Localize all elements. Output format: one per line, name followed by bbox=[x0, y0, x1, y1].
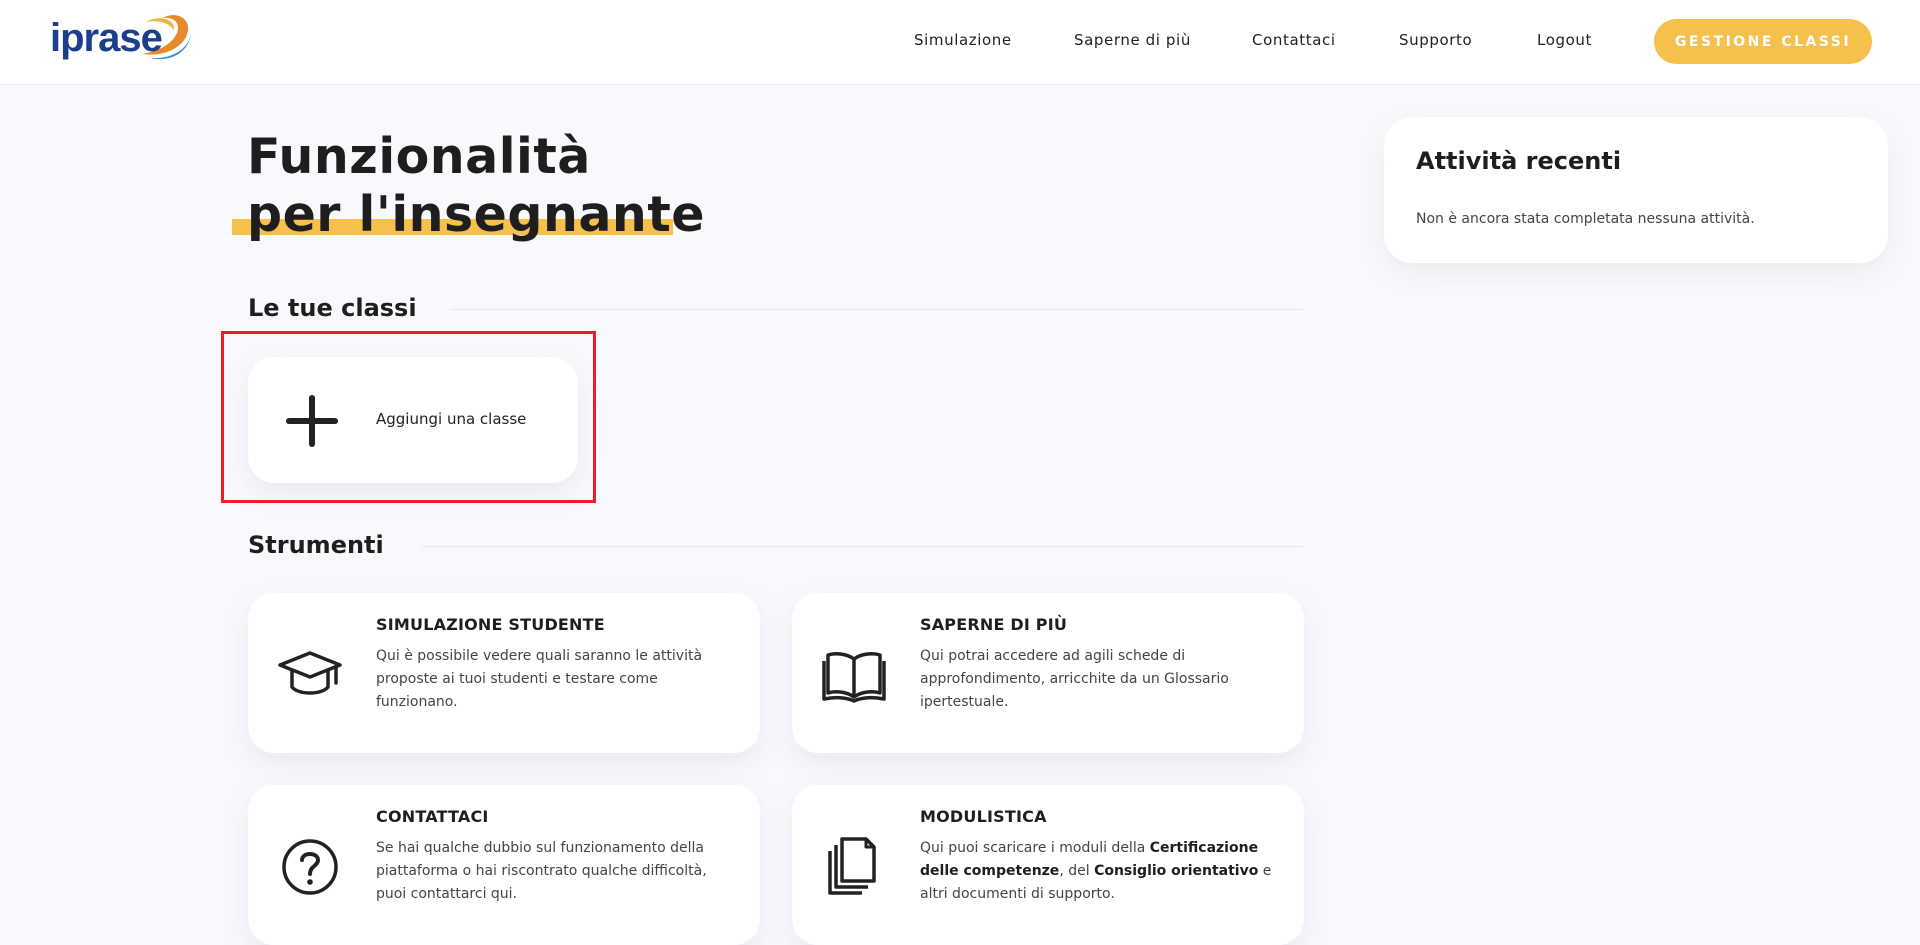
top-navbar: iprase Simulazione Saperne di più Contat… bbox=[0, 0, 1920, 85]
tool-card-text: Qui puoi scaricare i moduli della Certif… bbox=[920, 837, 1280, 906]
section-title-classes: Le tue classi bbox=[248, 294, 417, 322]
iprase-logo[interactable]: iprase bbox=[50, 14, 192, 66]
tool-card-simulazione-studente[interactable]: SIMULAZIONE STUDENTE Qui è possibile ved… bbox=[248, 593, 760, 753]
recent-activity-title: Attività recenti bbox=[1416, 147, 1622, 175]
tool-card-title: CONTATTACI bbox=[376, 807, 489, 826]
nav-link-saperne-di-piu[interactable]: Saperne di più bbox=[1074, 31, 1191, 49]
documents-icon bbox=[822, 837, 886, 897]
page-title-line-2: per l'insegnante bbox=[247, 186, 705, 243]
tool-card-text: Qui è possibile vedere quali saranno le … bbox=[376, 648, 703, 710]
book-icon bbox=[822, 645, 886, 705]
tool-card-title: MODULISTICA bbox=[920, 807, 1047, 826]
section-divider bbox=[422, 546, 1303, 547]
link-consiglio-orientativo[interactable]: Consiglio orientativo bbox=[1094, 863, 1258, 879]
tool-card-contattaci[interactable]: CONTATTACI Se hai qualche dubbio sul fun… bbox=[248, 785, 760, 945]
nav-link-logout[interactable]: Logout bbox=[1537, 31, 1592, 49]
nav-link-simulazione[interactable]: Simulazione bbox=[914, 31, 1012, 49]
tool-card-text: Se hai qualche dubbio sul funzionamento … bbox=[376, 840, 707, 902]
recent-activity-panel: Attività recenti Non è ancora stata comp… bbox=[1384, 117, 1888, 263]
page-title-line-1: Funzionalità bbox=[247, 128, 591, 185]
nav-link-supporto[interactable]: Supporto bbox=[1399, 31, 1472, 49]
graduation-cap-icon bbox=[278, 645, 342, 705]
nav-link-contattaci[interactable]: Contattaci bbox=[1252, 31, 1336, 49]
gestione-classi-button[interactable]: GESTIONE CLASSI bbox=[1654, 19, 1872, 64]
question-circle-icon bbox=[278, 837, 342, 897]
section-divider bbox=[450, 309, 1303, 310]
tool-card-modulistica[interactable]: MODULISTICA Qui puoi scaricare i moduli … bbox=[792, 785, 1304, 945]
tool-card-text: Qui potrai accedere ad agili schede di a… bbox=[920, 648, 1229, 710]
selection-highlight-box bbox=[221, 331, 596, 503]
logo-text: iprase bbox=[50, 16, 163, 60]
tool-card-title: SAPERNE DI PIÙ bbox=[920, 615, 1068, 634]
tool-card-title: SIMULAZIONE STUDENTE bbox=[376, 615, 605, 634]
text-fragment: Qui puoi scaricare i moduli della bbox=[920, 840, 1150, 856]
recent-activity-empty-text: Non è ancora stata completata nessuna at… bbox=[1416, 211, 1755, 227]
section-title-tools: Strumenti bbox=[248, 531, 384, 559]
text-fragment: , del bbox=[1059, 863, 1095, 879]
page-title: Funzionalità per l'insegnante bbox=[247, 128, 705, 244]
tool-card-saperne-di-piu[interactable]: SAPERNE DI PIÙ Qui potrai accedere ad ag… bbox=[792, 593, 1304, 753]
